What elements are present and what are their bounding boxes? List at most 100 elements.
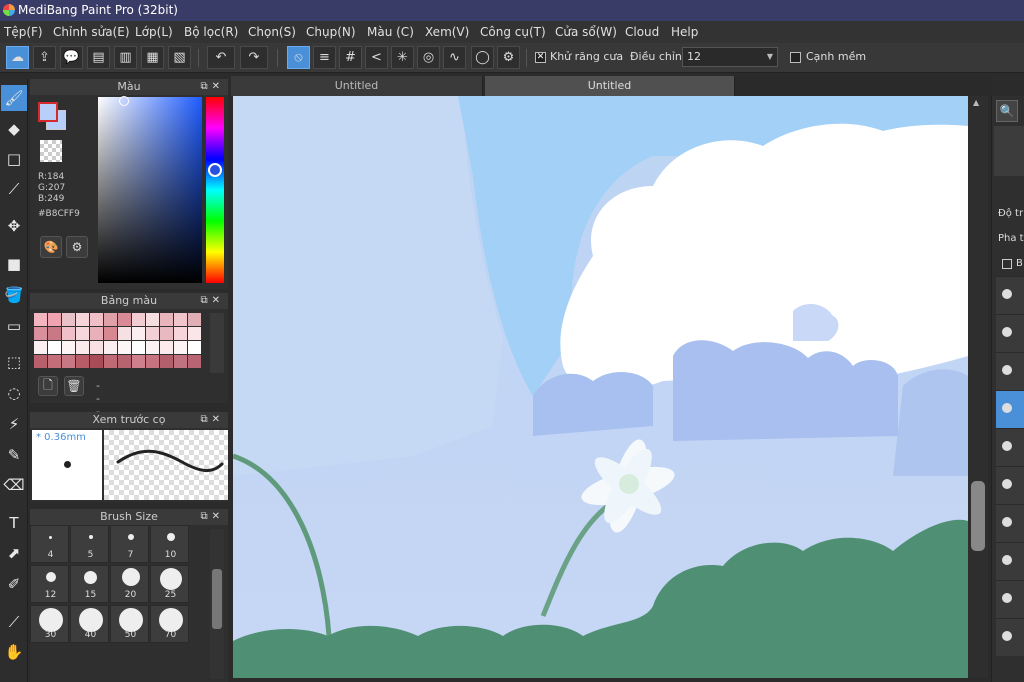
antialias-checkbox[interactable]: ✕: [535, 52, 546, 63]
brush-size-20[interactable]: 20: [110, 565, 149, 603]
scroll-thumb[interactable]: [971, 481, 985, 551]
palette-swatch[interactable]: [76, 355, 89, 368]
palette-swatch[interactable]: [62, 327, 75, 340]
foreground-color-swatch[interactable]: [38, 102, 58, 122]
palette-swatch[interactable]: [146, 341, 159, 354]
undo-icon[interactable]: ↶: [207, 46, 235, 69]
palette-swatch[interactable]: [160, 355, 173, 368]
eye-icon[interactable]: [1002, 593, 1012, 603]
palette-swatch[interactable]: [90, 341, 103, 354]
eye-icon[interactable]: [1002, 365, 1012, 375]
move-icon[interactable]: ✥: [1, 213, 27, 239]
eye-icon[interactable]: [1002, 327, 1012, 337]
layer-row[interactable]: [996, 618, 1024, 656]
document-icon[interactable]: ▥: [114, 46, 137, 69]
layer-row[interactable]: [996, 466, 1024, 504]
palette-swatch[interactable]: [132, 313, 145, 326]
upload-icon[interactable]: ⇪: [33, 46, 56, 69]
brush-size-70[interactable]: 70: [150, 605, 189, 643]
palette-swatch[interactable]: [90, 327, 103, 340]
palette-swatch[interactable]: [118, 355, 131, 368]
select-rect-icon[interactable]: ⬚: [1, 349, 27, 375]
layer-row[interactable]: [996, 314, 1024, 352]
tab-untitled-2[interactable]: Untitled: [485, 76, 735, 96]
palette-swatch[interactable]: [188, 327, 201, 340]
circle-snap-icon[interactable]: ◯: [471, 46, 494, 69]
grid-layout-icon[interactable]: ▧: [168, 46, 191, 69]
menu-select[interactable]: Chọn(S): [248, 21, 296, 43]
dot-brush-icon[interactable]: ⟋: [1, 176, 27, 202]
palette-swatch[interactable]: [160, 327, 173, 340]
layer-row[interactable]: [996, 542, 1024, 580]
concentric-snap-icon[interactable]: ◎: [417, 46, 440, 69]
panel-controls[interactable]: ⧉✕: [200, 293, 224, 309]
trash-icon[interactable]: 🗑: [64, 376, 84, 396]
brush-size-scrollbar[interactable]: [210, 529, 224, 679]
eye-icon[interactable]: [1002, 441, 1012, 451]
operation-icon[interactable]: ⬈: [1, 540, 27, 566]
palette-swatch[interactable]: [104, 327, 117, 340]
palette-swatch[interactable]: [62, 313, 75, 326]
color-settings-icon[interactable]: ⚙: [66, 236, 88, 258]
speech-bubble-icon[interactable]: 💬: [60, 46, 83, 69]
redo-icon[interactable]: ↷: [240, 46, 268, 69]
palette-swatch[interactable]: [174, 341, 187, 354]
brush-size-15[interactable]: 15: [70, 565, 109, 603]
brush-size-4[interactable]: 4: [30, 525, 69, 563]
palette-grid[interactable]: [34, 313, 201, 368]
palette-swatch[interactable]: [62, 355, 75, 368]
menu-window[interactable]: Cửa sổ(W): [555, 21, 617, 43]
saturation-value-picker[interactable]: [98, 97, 202, 283]
soft-edge-checkbox[interactable]: [790, 52, 801, 63]
eraser-icon[interactable]: ◆: [1, 116, 27, 142]
palette-swatch[interactable]: [76, 327, 89, 340]
grid-snap-icon[interactable]: #: [339, 46, 362, 69]
gradient-icon[interactable]: ▭: [1, 313, 27, 339]
palette-icon[interactable]: 🎨: [40, 236, 62, 258]
sv-cursor[interactable]: [119, 96, 129, 106]
menu-capture[interactable]: Chụp(N): [306, 21, 356, 43]
comment-icon[interactable]: ▤: [87, 46, 110, 69]
magic-wand-icon[interactable]: ⚡: [1, 411, 27, 437]
palette-swatch[interactable]: [76, 313, 89, 326]
panel-controls[interactable]: ⧉✕: [200, 412, 224, 428]
palette-swatch[interactable]: [90, 313, 103, 326]
menu-tools[interactable]: Công cụ(T): [480, 21, 546, 43]
brush-size-25[interactable]: 25: [150, 565, 189, 603]
palette-swatch[interactable]: [34, 327, 47, 340]
hand-icon[interactable]: ✋: [1, 639, 27, 665]
radial-snap-icon[interactable]: ✳: [391, 46, 414, 69]
palette-swatch[interactable]: [188, 313, 201, 326]
palette-swatch[interactable]: [90, 355, 103, 368]
brush-size-40[interactable]: 40: [70, 605, 109, 643]
palette-swatch[interactable]: [146, 355, 159, 368]
layer-row[interactable]: [996, 276, 1024, 314]
brush-size-30[interactable]: 30: [30, 605, 69, 643]
eye-icon[interactable]: [1002, 403, 1012, 413]
eye-icon[interactable]: [1002, 517, 1012, 527]
fill-rect-icon[interactable]: ■: [1, 251, 27, 277]
menu-edit[interactable]: Chỉnh sửa(E): [53, 21, 130, 43]
transparent-color-swatch[interactable]: [40, 140, 62, 162]
palette-swatch[interactable]: [132, 341, 145, 354]
layer-row[interactable]: [996, 428, 1024, 466]
palette-swatch[interactable]: [34, 313, 47, 326]
layer-row[interactable]: [996, 504, 1024, 542]
palette-swatch[interactable]: [174, 327, 187, 340]
palette-swatch[interactable]: [34, 355, 47, 368]
new-palette-icon[interactable]: 🗋: [38, 376, 58, 396]
palette-scrollbar[interactable]: [210, 313, 224, 373]
palette-swatch[interactable]: [104, 341, 117, 354]
scroll-up-icon[interactable]: ▲: [973, 98, 979, 107]
dropper-icon[interactable]: ⟋: [1, 609, 27, 635]
palette-swatch[interactable]: [174, 313, 187, 326]
palette-swatch[interactable]: [132, 327, 145, 340]
parallel-snap-icon[interactable]: ≡: [313, 46, 336, 69]
palette-swatch[interactable]: [48, 327, 61, 340]
snap-settings-icon[interactable]: ⚙: [497, 46, 520, 69]
cloud-sync-icon[interactable]: ☁: [6, 46, 29, 69]
palette-swatch[interactable]: [188, 341, 201, 354]
palette-swatch[interactable]: [132, 355, 145, 368]
brush-size-10[interactable]: 10: [150, 525, 189, 563]
palette-swatch[interactable]: [48, 313, 61, 326]
